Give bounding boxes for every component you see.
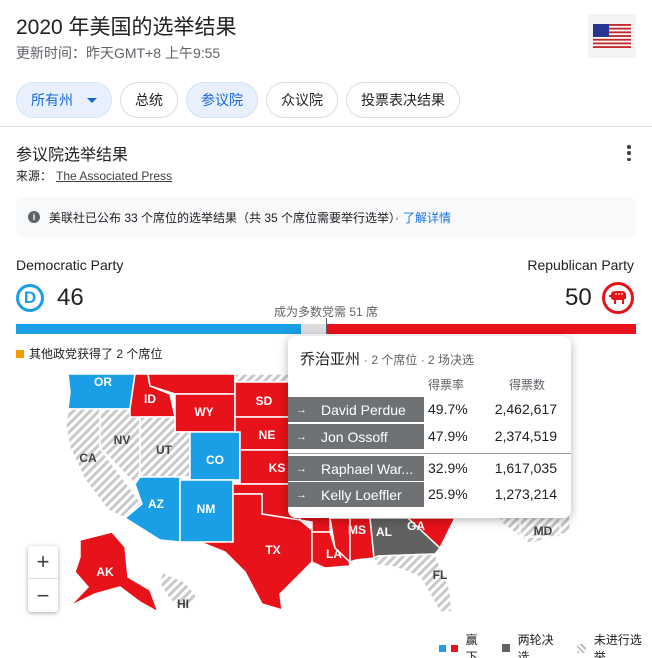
more-options-icon[interactable] bbox=[626, 145, 632, 161]
candidate-row[interactable]: → Jon Ossoff 47.9% 2,374,519 bbox=[288, 424, 571, 449]
candidate-row[interactable]: → Kelly Loeffler 25.9% 1,273,214 bbox=[288, 482, 571, 507]
filter-chips: 所有州 总统 参议院 众议院 投票表决结果 bbox=[16, 82, 460, 118]
tab-senate[interactable]: 参议院 bbox=[186, 82, 258, 118]
tab-president[interactable]: 总统 bbox=[120, 82, 178, 118]
map-label-md: MD bbox=[534, 524, 553, 538]
map-label-ms: MS bbox=[348, 523, 366, 537]
map-label-hi: HI bbox=[177, 597, 189, 611]
arrow-right-icon: → bbox=[296, 403, 307, 416]
divider bbox=[0, 126, 652, 127]
arrow-right-icon: → bbox=[296, 488, 307, 501]
col-header-votes: 得票数 bbox=[509, 378, 546, 392]
info-icon: i bbox=[28, 211, 40, 223]
other-party-swatch bbox=[16, 349, 24, 358]
map-label-fl: FL bbox=[433, 568, 448, 582]
legend-no-election-swatch bbox=[577, 643, 586, 653]
map-label-ga: GA bbox=[407, 519, 425, 533]
state-results-popup: 乔治亚州 · 2 个席位 · 2 场决选 得票率 得票数 → David Perdu… bbox=[288, 336, 571, 518]
republican-elephant-icon bbox=[602, 282, 634, 314]
legend-runoff-swatch bbox=[501, 644, 510, 652]
rep-seat-bar bbox=[326, 324, 636, 334]
map-label-tx: TX bbox=[265, 543, 280, 557]
other-parties-note: 其他政党获得了 2 个席位 bbox=[16, 345, 162, 362]
candidate-row[interactable]: → Raphael War... 32.9% 1,617,035 bbox=[288, 456, 571, 481]
map-label-ca: CA bbox=[79, 451, 97, 465]
learn-more-link[interactable]: 了解详情 bbox=[403, 209, 451, 226]
zoom-out-button[interactable]: − bbox=[28, 579, 58, 612]
source-line: 来源： The Associated Press bbox=[16, 169, 173, 183]
election-results-card: 2020 年美国的选举结果 更新时间：昨天GMT+8 上午9:55 所有州 总统… bbox=[0, 0, 652, 658]
tab-ballot-measures[interactable]: 投票表决结果 bbox=[346, 82, 460, 118]
candidate-row[interactable]: → David Perdue 49.7% 2,462,617 bbox=[288, 397, 571, 422]
legend-rep-swatch bbox=[450, 644, 458, 652]
zoom-in-button[interactable]: + bbox=[28, 546, 58, 579]
map-label-al: AL bbox=[376, 525, 392, 539]
us-flag-icon bbox=[588, 14, 636, 58]
page-title: 2020 年美国的选举结果 bbox=[16, 16, 237, 39]
majority-marker bbox=[326, 318, 327, 334]
state-nd[interactable] bbox=[234, 373, 291, 383]
dem-seat-bar bbox=[16, 324, 302, 334]
seat-balance-bar bbox=[16, 318, 636, 334]
legend-dem-swatch bbox=[439, 644, 446, 652]
all-states-dropdown[interactable]: 所有州 bbox=[16, 82, 112, 118]
map-label-la: LA bbox=[326, 547, 342, 561]
popup-title: 乔治亚州 · 2 个席位 · 2 场决选 bbox=[300, 351, 475, 368]
map-label-id: ID bbox=[144, 392, 156, 406]
democrat-logo-icon: D bbox=[16, 284, 44, 312]
state-ak[interactable] bbox=[69, 531, 160, 614]
map-label-nv: NV bbox=[114, 433, 131, 447]
arrow-right-icon: → bbox=[296, 462, 307, 475]
info-text: 美联社已公布 33 个席位的选举结果（共 35 个席位需要举行选举）· bbox=[49, 210, 400, 225]
col-header-pct: 得票率 bbox=[428, 378, 465, 392]
race-divider bbox=[288, 453, 571, 454]
source-link[interactable]: The Associated Press bbox=[56, 169, 172, 183]
map-label-ks: KS bbox=[269, 461, 286, 475]
section-title: 参议院选举结果 bbox=[16, 147, 129, 164]
map-label-co: CO bbox=[206, 453, 224, 467]
dem-seat-count: 46 bbox=[57, 284, 84, 311]
map-legend: 赢下 两轮决选 未进行选举 bbox=[439, 631, 652, 658]
map-label-wy: WY bbox=[194, 405, 213, 419]
arrow-right-icon: → bbox=[296, 430, 307, 443]
info-banner: i 美联社已公布 33 个席位的选举结果（共 35 个席位需要举行选举）· 了解… bbox=[16, 197, 636, 237]
updated-time: 更新时间：昨天GMT+8 上午9:55 bbox=[16, 45, 221, 61]
caret-down-icon bbox=[87, 97, 97, 103]
map-label-nm: NM bbox=[197, 502, 216, 516]
state-fl[interactable] bbox=[373, 553, 453, 613]
zoom-controls: + − bbox=[28, 546, 58, 612]
rep-seat-count: 50 bbox=[565, 284, 592, 311]
map-label-or: OR bbox=[94, 375, 112, 389]
tab-house[interactable]: 众议院 bbox=[266, 82, 338, 118]
rep-party-label: Republican Party bbox=[527, 257, 634, 273]
map-label-sd: SD bbox=[256, 394, 273, 408]
map-label-ak: AK bbox=[96, 565, 114, 579]
map-label-ne: NE bbox=[259, 428, 276, 442]
map-label-ut: UT bbox=[156, 443, 173, 457]
dem-party-label: Democratic Party bbox=[16, 257, 124, 273]
map-label-az: AZ bbox=[148, 497, 164, 511]
